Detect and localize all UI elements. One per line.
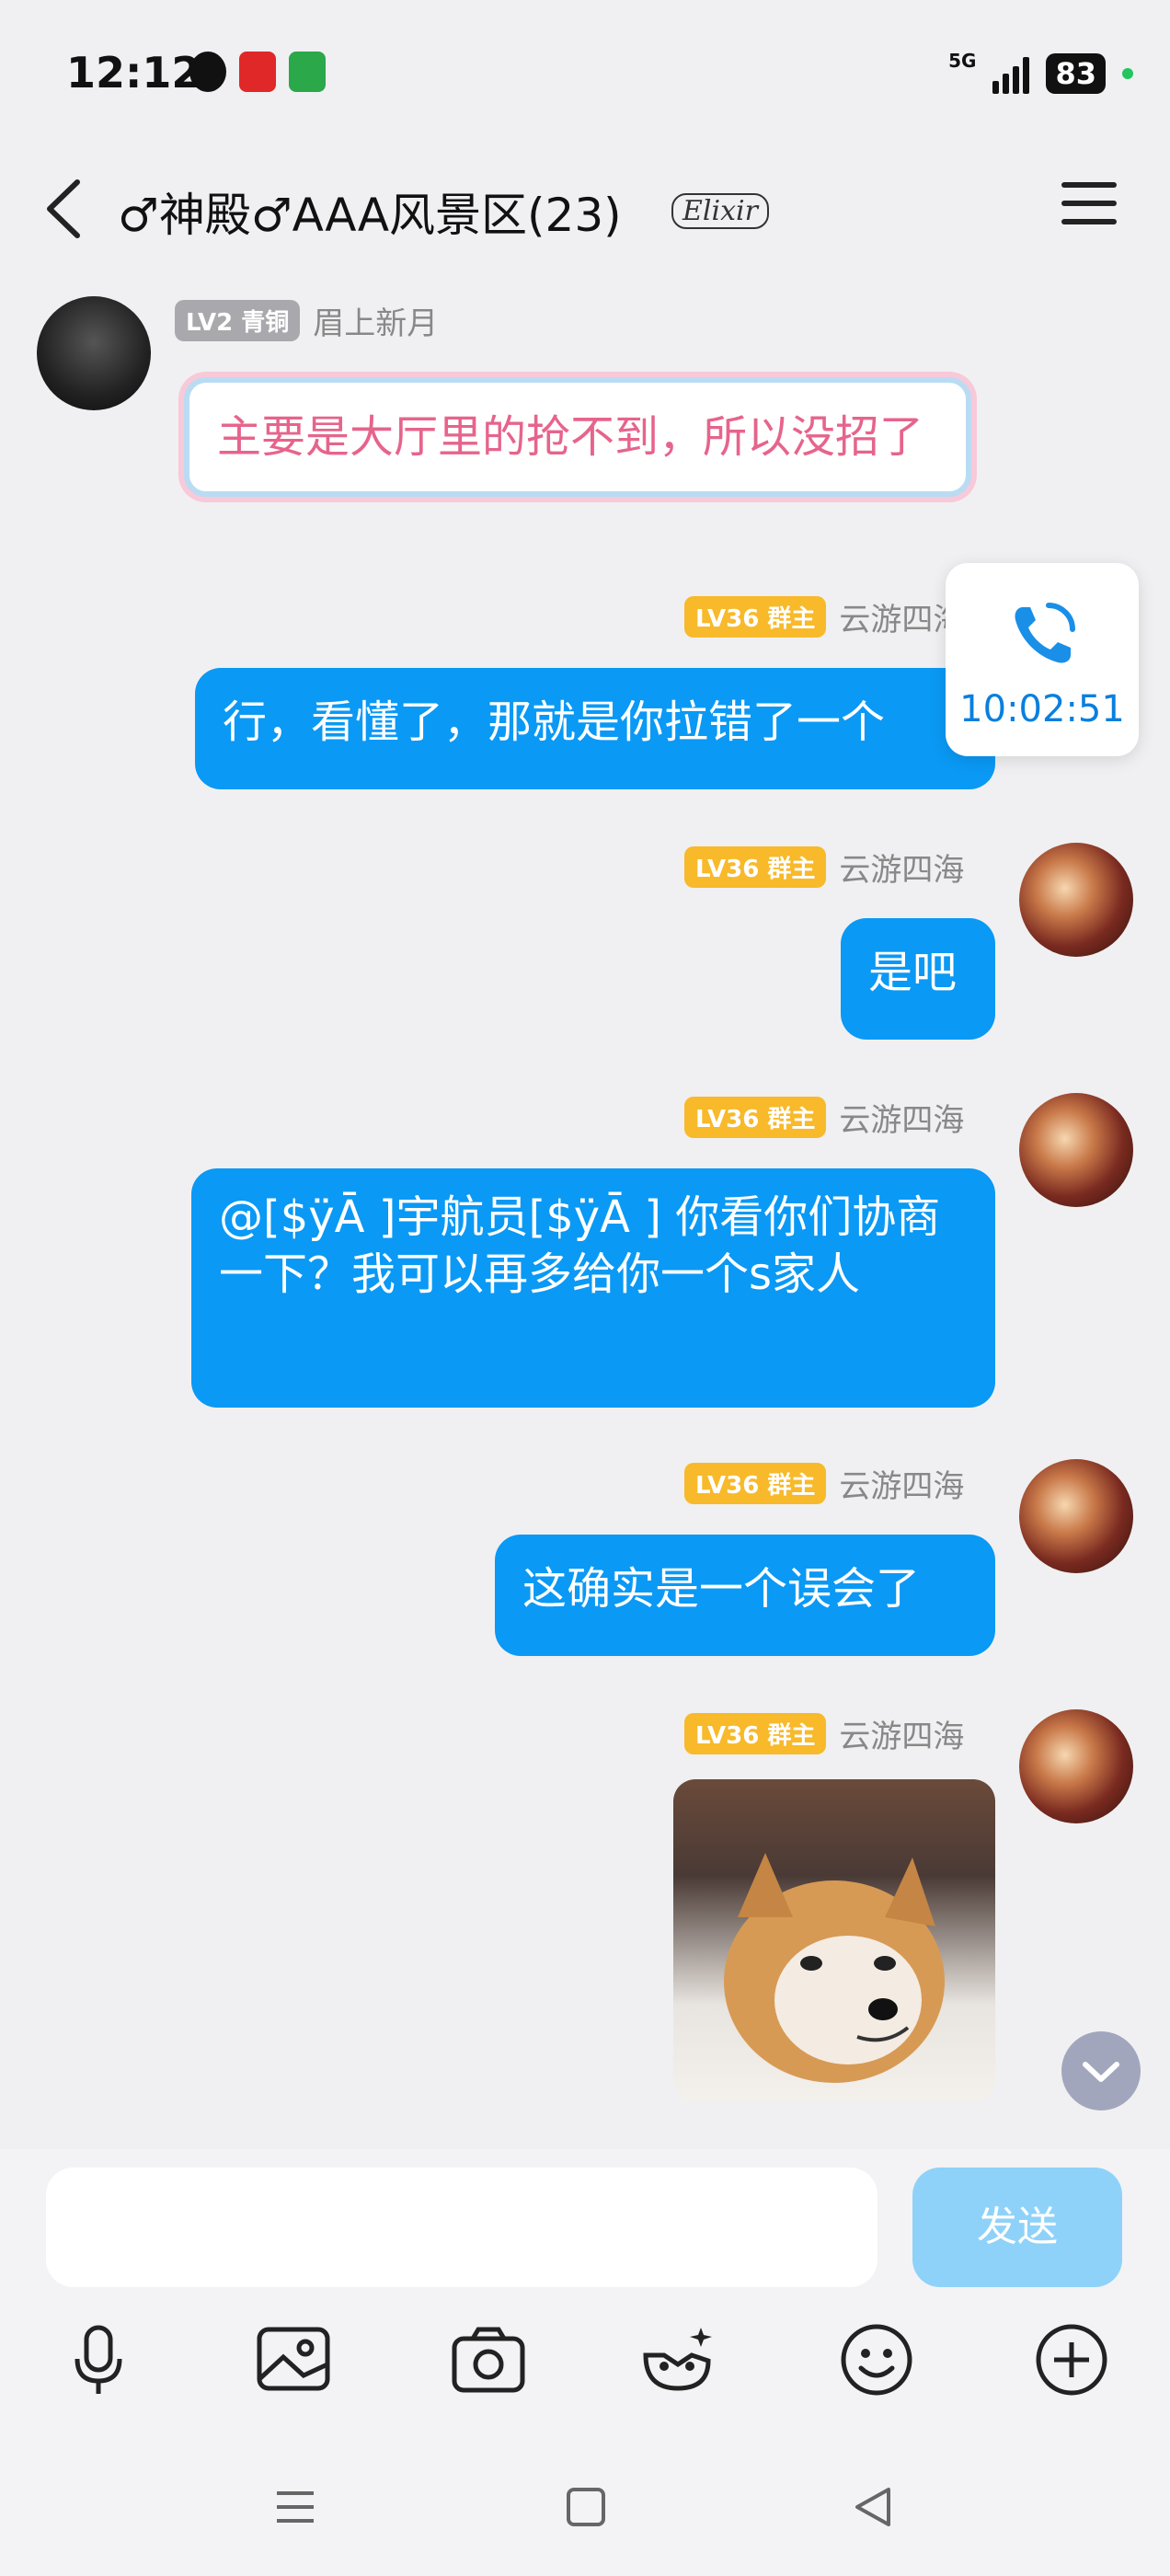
call-floating-window[interactable]: 10:02:51	[946, 563, 1139, 756]
composer-toolbar	[0, 2318, 1170, 2401]
image-icon[interactable]	[252, 2318, 335, 2401]
microphone-icon[interactable]	[57, 2318, 140, 2401]
message-meta: LV36 群主 云游四海	[684, 845, 964, 890]
back-arrow-icon[interactable]	[37, 177, 92, 241]
phone-icon	[1015, 603, 1075, 663]
message-meta: LV36 群主 云游四海	[684, 1711, 964, 1756]
message-meta: LV36 群主 云游四海	[684, 594, 964, 639]
avatar[interactable]	[1019, 1709, 1133, 1823]
privacy-dot	[1122, 68, 1133, 79]
battery-level: 83	[1046, 53, 1106, 94]
pinduoduo-icon	[239, 52, 276, 92]
scroll-to-bottom-button[interactable]	[1061, 2031, 1141, 2110]
notification-icons	[189, 52, 326, 92]
avatar[interactable]	[1019, 843, 1133, 957]
chat-header: ♂神殿♂AAA风景区(23) Elixir	[0, 156, 1170, 258]
message-input[interactable]	[46, 2168, 878, 2287]
avatar[interactable]	[1019, 1459, 1133, 1573]
back-nav-icon[interactable]	[850, 2484, 896, 2530]
send-button[interactable]: 发送	[912, 2168, 1122, 2287]
message-bubble[interactable]: 行，看懂了，那就是你拉错了一个	[195, 668, 995, 789]
call-duration: 10:02:51	[959, 688, 1125, 730]
message-bubble[interactable]: 这确实是一个误会了	[495, 1535, 995, 1656]
message-meta: LV36 群主 云游四海	[684, 1461, 964, 1506]
level-badge: LV36 群主	[684, 1463, 827, 1504]
message-bubble[interactable]: 主要是大厅里的抢不到，所以没招了	[184, 377, 971, 497]
message-meta: LV2 青铜 眉上新月	[175, 298, 438, 343]
chevron-down-icon	[1083, 2062, 1119, 2082]
image-message[interactable]	[673, 1779, 995, 2101]
sticker-face-icon[interactable]	[637, 2318, 719, 2401]
status-right: 5G 83	[948, 50, 1133, 94]
sender-name: 云游四海	[839, 1468, 965, 1505]
qq-icon	[189, 52, 226, 92]
status-time: 12:12	[66, 48, 201, 98]
message-meta: LV36 群主 云游四海	[684, 1095, 964, 1140]
recent-apps-icon[interactable]	[272, 2484, 318, 2530]
chat-title[interactable]: ♂神殿♂AAA风景区(23)	[118, 178, 622, 245]
group-badge: Elixir	[671, 193, 769, 229]
signal-icon	[992, 53, 1030, 94]
level-badge: LV36 群主	[684, 596, 827, 638]
camera-icon[interactable]	[447, 2318, 530, 2401]
sender-name: 眉上新月	[313, 305, 439, 342]
level-badge: LV36 群主	[684, 846, 827, 888]
shiba-dog-image	[724, 1853, 945, 2083]
status-bar: 12:12 5G 83	[0, 0, 1170, 147]
avatar[interactable]	[37, 296, 151, 410]
level-badge: LV2 青铜	[175, 300, 301, 341]
level-badge: LV36 群主	[684, 1097, 827, 1138]
home-icon[interactable]	[563, 2484, 609, 2530]
sender-name: 云游四海	[839, 852, 965, 889]
sender-name: 云游四海	[839, 1102, 965, 1139]
message-bubble[interactable]: 是吧	[841, 918, 995, 1040]
level-badge: LV36 群主	[684, 1713, 827, 1754]
avatar[interactable]	[1019, 1093, 1133, 1207]
emoji-icon[interactable]	[835, 2318, 918, 2401]
sender-name: 云游四海	[839, 1719, 965, 1755]
system-nav-bar	[0, 2466, 1170, 2548]
message-bubble[interactable]: @[$ÿĀ ]宇航员[$ÿĀ ] 你看你们协商一下？我可以再多给你一个s家人	[191, 1168, 995, 1408]
network-type: 5G	[948, 50, 977, 72]
plus-icon[interactable]	[1030, 2318, 1113, 2401]
menu-icon[interactable]	[1061, 182, 1117, 228]
oppo-store-icon	[289, 52, 326, 92]
